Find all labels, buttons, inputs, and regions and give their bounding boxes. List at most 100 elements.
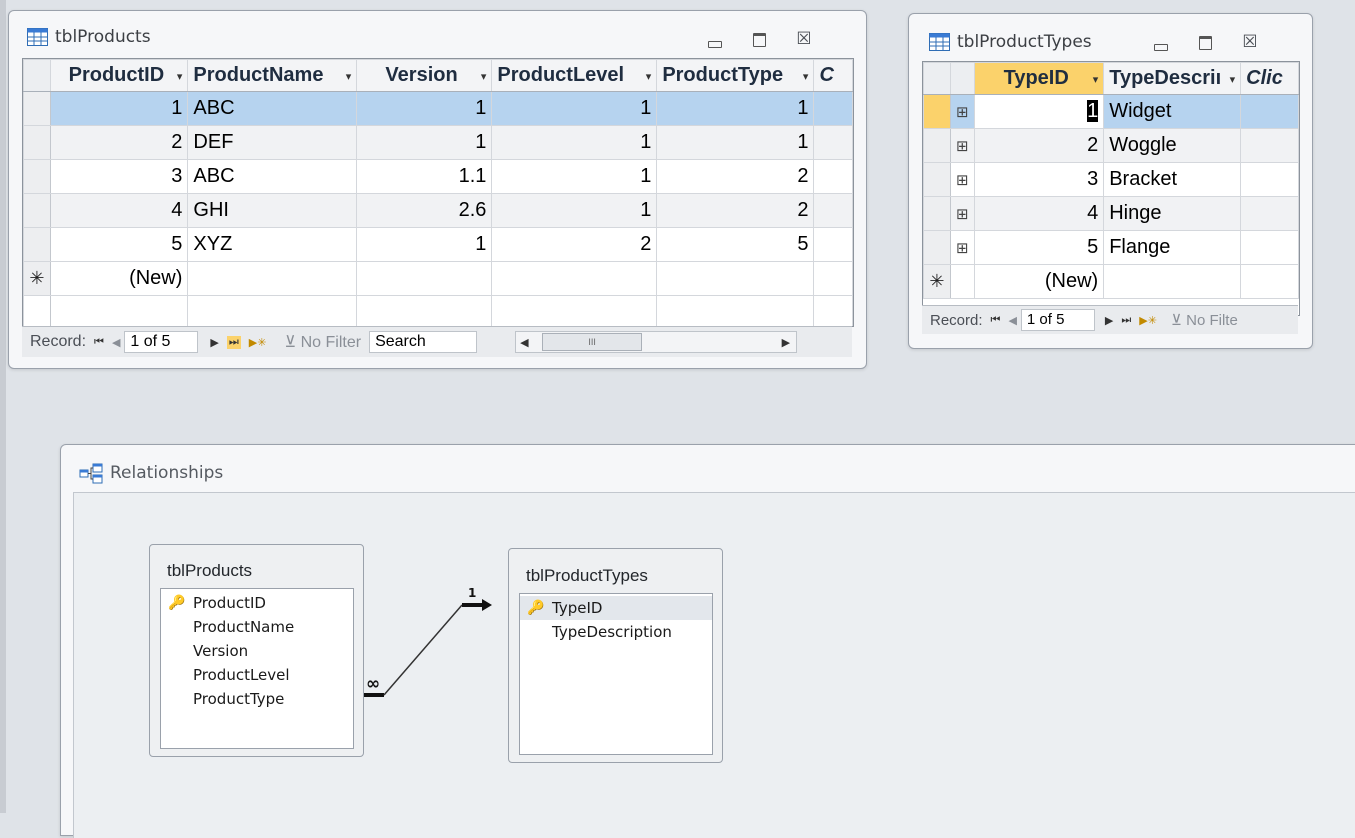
expand-icon[interactable]: ⊞ bbox=[949, 162, 975, 197]
cell-producttype[interactable]: 2 bbox=[656, 193, 815, 228]
new-row-cell[interactable] bbox=[1240, 264, 1299, 299]
first-record-button[interactable]: ⏮ bbox=[94, 336, 104, 349]
column-header-typeid[interactable]: TypeID ▾ bbox=[973, 62, 1105, 95]
scroll-right-arrow-icon[interactable]: ▶ bbox=[782, 336, 790, 349]
expand-icon[interactable]: ⊞ bbox=[949, 196, 975, 231]
dropdown-arrow-icon[interactable]: ▾ bbox=[1230, 73, 1236, 86]
cell-productlevel[interactable]: 1 bbox=[491, 193, 658, 228]
cell-typedescription[interactable]: Woggle bbox=[1103, 128, 1242, 163]
close-button[interactable]: ☒ bbox=[1239, 33, 1261, 51]
relationship-field[interactable]: ProductLevel bbox=[161, 663, 353, 687]
new-record-row[interactable]: ✳ (New) bbox=[923, 264, 1299, 299]
cell-version[interactable]: 2.6 bbox=[356, 193, 493, 228]
cell-producttype[interactable]: 5 bbox=[656, 227, 815, 262]
cell-producttype[interactable]: 1 bbox=[656, 125, 815, 160]
relationship-field[interactable]: 🔑 TypeID bbox=[520, 596, 712, 620]
cell-productname[interactable]: GHI bbox=[187, 193, 358, 228]
cell-version[interactable]: 1 bbox=[356, 125, 493, 160]
row-selector[interactable] bbox=[23, 227, 51, 262]
new-row-cell[interactable] bbox=[813, 261, 853, 296]
relationship-field[interactable]: ProductType bbox=[161, 687, 353, 711]
cell-version[interactable]: 1.1 bbox=[356, 159, 493, 194]
cell-click-to-add[interactable] bbox=[1240, 128, 1299, 163]
table-row[interactable]: 4 GHI 2.6 1 2 bbox=[23, 193, 853, 228]
maximize-button[interactable] bbox=[748, 30, 770, 48]
dropdown-arrow-icon[interactable]: ▾ bbox=[346, 70, 352, 83]
scroll-thumb[interactable]: III bbox=[542, 333, 643, 351]
minimize-button[interactable] bbox=[1149, 33, 1171, 51]
close-button[interactable]: ☒ bbox=[793, 30, 815, 48]
minimize-button[interactable] bbox=[703, 30, 725, 48]
column-header-truncated[interactable]: C bbox=[813, 59, 853, 92]
cell-productid[interactable]: 4 bbox=[49, 193, 189, 228]
relationship-field[interactable]: TypeDescription bbox=[520, 620, 712, 644]
expand-icon[interactable]: ⊞ bbox=[949, 128, 975, 163]
table-row[interactable]: 5 XYZ 1 2 5 bbox=[23, 227, 853, 262]
table-row[interactable]: ⊞ 3 Bracket bbox=[923, 162, 1299, 197]
cell-producttype[interactable]: 1 bbox=[656, 91, 815, 126]
cell-productname[interactable]: DEF bbox=[187, 125, 358, 160]
horizontal-scrollbar[interactable]: ◀ III ▶ bbox=[515, 331, 798, 353]
cell-productlevel[interactable]: 1 bbox=[491, 91, 658, 126]
cell-click-to-add[interactable] bbox=[1240, 162, 1299, 197]
cell-typedescription[interactable]: Bracket bbox=[1103, 162, 1242, 197]
new-row-cell[interactable] bbox=[656, 261, 815, 296]
cell-productid[interactable]: 5 bbox=[49, 227, 189, 262]
relationships-window-titlebar[interactable]: Relationships bbox=[79, 462, 223, 484]
cell-typeid[interactable]: 3 bbox=[973, 162, 1105, 197]
producttypes-window-titlebar[interactable]: tblProductTypes bbox=[929, 32, 1092, 52]
cell-typedescription[interactable]: Widget bbox=[1103, 94, 1242, 129]
relationships-canvas[interactable]: tblProducts 🔑 ProductID ProductName Version… bbox=[73, 492, 1355, 838]
relationship-field[interactable]: ProductName bbox=[161, 615, 353, 639]
new-row-cell[interactable] bbox=[187, 261, 358, 296]
column-header-typedescription[interactable]: TypeDescriı ▾ bbox=[1103, 62, 1242, 95]
scroll-left-arrow-icon[interactable]: ◀ bbox=[520, 336, 528, 349]
dropdown-arrow-icon[interactable]: ▾ bbox=[803, 70, 809, 83]
cell-truncated[interactable] bbox=[813, 159, 853, 194]
dropdown-arrow-icon[interactable]: ▾ bbox=[1093, 73, 1099, 86]
search-input[interactable]: Search bbox=[369, 331, 478, 353]
relationship-field[interactable]: 🔑 ProductID bbox=[161, 591, 353, 615]
row-selector[interactable] bbox=[23, 91, 51, 126]
last-record-button[interactable]: ⏭ bbox=[226, 335, 241, 349]
relationship-field[interactable]: Version bbox=[161, 639, 353, 663]
cell-truncated[interactable] bbox=[813, 227, 853, 262]
next-record-button[interactable]: ▶ bbox=[1105, 314, 1113, 327]
new-record-row[interactable]: ✳ (New) bbox=[23, 261, 853, 296]
new-record-button[interactable]: ▶✳ bbox=[249, 336, 267, 349]
column-header-productname[interactable]: ProductName ▾ bbox=[187, 59, 358, 92]
last-record-button[interactable]: ⏭ bbox=[1121, 314, 1131, 327]
row-selector[interactable] bbox=[923, 94, 951, 129]
table-row[interactable]: 1 ABC 1 1 1 bbox=[23, 91, 853, 126]
cell-productname[interactable]: ABC bbox=[187, 91, 358, 126]
cell-version[interactable]: 1 bbox=[356, 91, 493, 126]
dropdown-arrow-icon[interactable]: ▾ bbox=[646, 70, 652, 83]
cell-truncated[interactable] bbox=[813, 125, 853, 160]
row-selector-header[interactable] bbox=[23, 59, 51, 92]
no-filter-button[interactable]: ⊻ No Filter bbox=[284, 332, 361, 352]
row-selector[interactable] bbox=[923, 128, 951, 163]
no-filter-button[interactable]: ⊻ No Filte bbox=[1171, 311, 1238, 329]
cell-productname[interactable]: XYZ bbox=[187, 227, 358, 262]
column-header-productid[interactable]: ProductID ▾ bbox=[49, 59, 189, 92]
cell-truncated[interactable] bbox=[813, 193, 853, 228]
relationship-table-tblproducts[interactable]: tblProducts 🔑 ProductID ProductName Version… bbox=[149, 544, 364, 757]
row-selector[interactable] bbox=[23, 193, 51, 228]
table-row[interactable]: 3 ABC 1.1 1 2 bbox=[23, 159, 853, 194]
new-record-button[interactable]: ▶✳ bbox=[1139, 314, 1157, 327]
cell-productid[interactable]: 1 bbox=[49, 91, 189, 126]
cell-click-to-add[interactable] bbox=[1240, 196, 1299, 231]
new-row-label[interactable]: (New) bbox=[49, 261, 189, 296]
row-selector[interactable] bbox=[23, 159, 51, 194]
cell-click-to-add[interactable] bbox=[1240, 230, 1299, 265]
new-row-label[interactable]: (New) bbox=[973, 264, 1105, 299]
cell-productlevel[interactable]: 1 bbox=[491, 159, 658, 194]
new-row-cell[interactable] bbox=[1103, 264, 1242, 299]
relationship-table-tblproducttypes[interactable]: tblProductTypes 🔑 TypeID TypeDescription bbox=[508, 548, 723, 763]
column-header-productlevel[interactable]: ProductLevel ▾ bbox=[491, 59, 658, 92]
cell-productlevel[interactable]: 2 bbox=[491, 227, 658, 262]
cell-typeid[interactable]: 4 bbox=[973, 196, 1105, 231]
new-row-cell[interactable] bbox=[491, 261, 658, 296]
first-record-button[interactable]: ⏮ bbox=[991, 314, 1001, 327]
cell-typedescription[interactable]: Flange bbox=[1103, 230, 1242, 265]
